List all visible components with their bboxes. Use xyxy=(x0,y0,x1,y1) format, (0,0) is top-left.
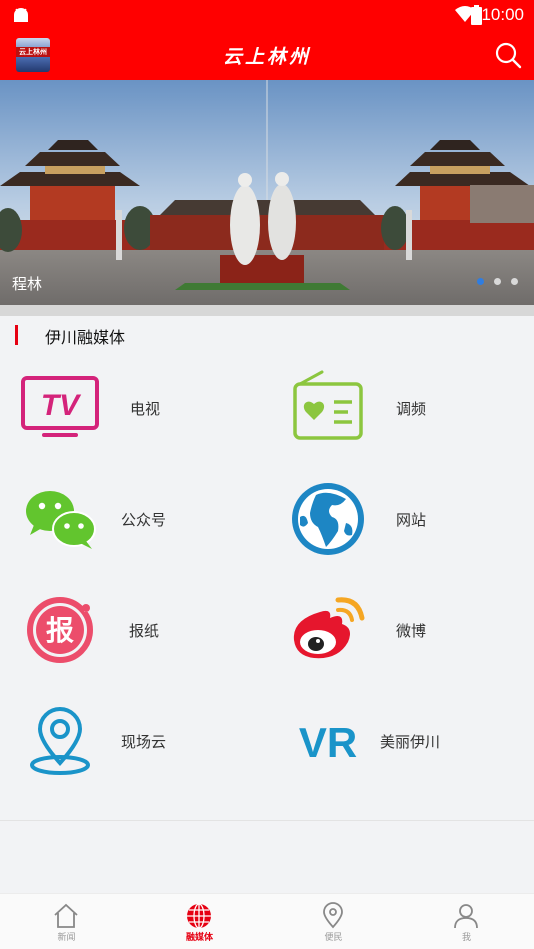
newspaper-icon: 报 xyxy=(27,597,94,663)
tile-label: 报纸 xyxy=(129,622,160,640)
wechat-icon xyxy=(26,491,96,549)
tile-label: 公众号 xyxy=(121,511,167,529)
media-section: 伊川融媒体 TV 电视 调频 公众号 网站 报 报纸 微博 现场云 VR 美丽伊… xyxy=(0,316,534,821)
tile-tv[interactable]: TV 电视 xyxy=(20,368,220,448)
search-icon[interactable] xyxy=(494,41,522,69)
tab-label: 新闻 xyxy=(57,933,76,943)
tile-vr[interactable]: VR 美丽伊川 xyxy=(290,701,490,781)
user-icon xyxy=(454,904,478,929)
banner-image xyxy=(0,80,534,305)
carousel-indicator xyxy=(477,278,518,285)
tab-me[interactable]: 我 xyxy=(400,894,533,949)
carousel-dot[interactable] xyxy=(494,278,501,285)
tile-live-cloud[interactable]: 现场云 xyxy=(20,701,220,781)
battery-icon xyxy=(471,5,482,25)
tile-label: 微博 xyxy=(396,622,427,640)
tile-website[interactable]: 网站 xyxy=(288,479,488,559)
bottom-tab-bar: 新闻 融媒体 便民 我 xyxy=(0,893,534,949)
weibo-icon xyxy=(293,597,365,659)
tile-wechat[interactable]: 公众号 xyxy=(20,479,220,559)
tile-label: 美丽伊川 xyxy=(380,733,441,751)
tile-radio[interactable]: 调频 xyxy=(290,368,490,448)
tile-label: 现场云 xyxy=(121,733,167,751)
section-accent-bar xyxy=(15,325,18,345)
tab-media[interactable]: 融媒体 xyxy=(133,894,266,949)
banner-carousel[interactable]: 程林 xyxy=(0,80,534,305)
tile-label: 网站 xyxy=(396,511,427,529)
carousel-dot[interactable] xyxy=(511,278,518,285)
svg-text:TV: TV xyxy=(41,389,82,422)
tile-newspaper[interactable]: 报 报纸 xyxy=(20,590,220,670)
android-icon xyxy=(14,8,28,22)
section-title: 伊川融媒体 xyxy=(45,328,126,347)
globe-icon xyxy=(292,483,364,555)
svg-text:报: 报 xyxy=(46,614,74,647)
location-pin-icon xyxy=(30,707,90,775)
status-time: 10:00 xyxy=(481,5,524,24)
tab-label: 我 xyxy=(461,933,471,943)
banner-caption: 程林 xyxy=(12,275,43,293)
location-pin-icon xyxy=(323,902,343,929)
tile-label: 电视 xyxy=(130,400,161,418)
tile-weibo[interactable]: 微博 xyxy=(288,590,488,670)
tab-label: 便民 xyxy=(324,933,343,943)
vr-icon: VR xyxy=(299,719,357,766)
globe-icon xyxy=(187,903,211,929)
app-bar: 云上林州 云上林州 xyxy=(0,32,534,80)
tab-news[interactable]: 新闻 xyxy=(0,894,133,949)
tab-label: 融媒体 xyxy=(185,933,213,943)
carousel-dot[interactable] xyxy=(477,278,484,285)
app-title: 云上林州 xyxy=(222,46,311,68)
radio-icon xyxy=(293,370,363,440)
banner-divider xyxy=(0,305,534,316)
svg-text:VR: VR xyxy=(299,719,357,766)
tile-label: 调频 xyxy=(396,400,427,418)
status-bar: 10:00 xyxy=(0,0,534,32)
tab-services[interactable]: 便民 xyxy=(267,894,400,949)
home-icon xyxy=(54,903,78,928)
tv-icon: TV xyxy=(21,376,99,437)
